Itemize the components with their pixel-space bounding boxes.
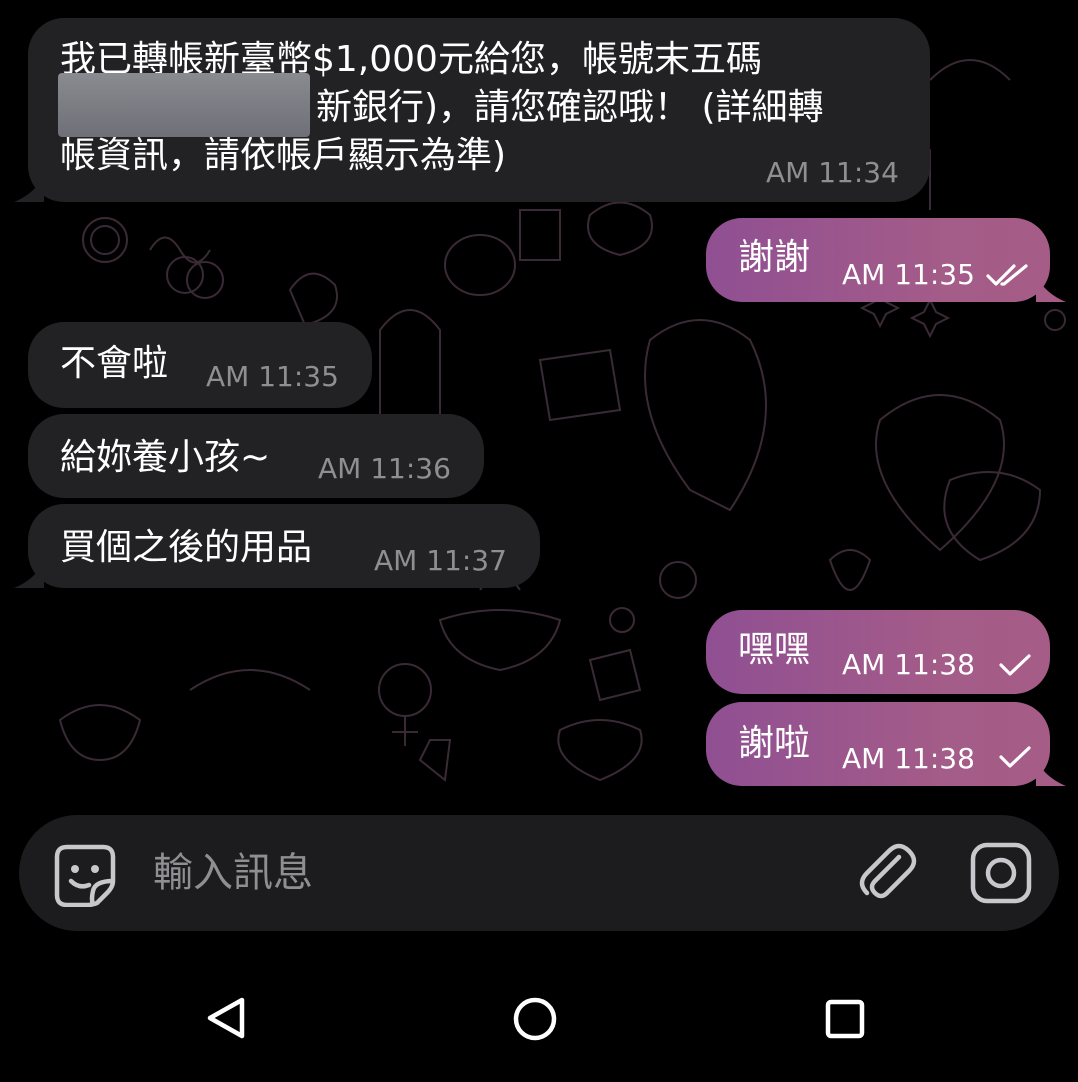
check-icon: [999, 746, 1031, 768]
message-bubble-incoming[interactable]: 買個之後的用品 AM 11:37: [28, 504, 540, 588]
message-text: 新銀行)，請您確認哦！ (詳細轉: [316, 87, 824, 128]
redaction-block: [58, 73, 310, 137]
message-time: AM 11:38: [842, 648, 975, 681]
message-bubble-outgoing[interactable]: 謝啦 AM 11:38: [706, 702, 1050, 786]
message-text: 嘿嘿: [738, 629, 811, 670]
message-time: AM 11:34: [766, 156, 899, 189]
message-time: AM 11:36: [318, 452, 451, 485]
home-icon[interactable]: [512, 996, 558, 1042]
chat-screen: 我已轉帳新臺幣$1,000元給您，帳號末五碼 新銀行)，請您確認哦！ (詳細轉 …: [0, 0, 1078, 1082]
message-text: 不會啦: [60, 343, 169, 384]
message-text: 帳資訊，請依帳戶顯示為準): [60, 135, 507, 176]
attach-icon[interactable]: [857, 841, 917, 905]
message-time: AM 11:35: [842, 258, 975, 291]
message-composer: 輸入訊息: [19, 815, 1059, 931]
message-list[interactable]: 我已轉帳新臺幣$1,000元給您，帳號末五碼 新銀行)，請您確認哦！ (詳細轉 …: [0, 0, 1078, 800]
back-icon[interactable]: [204, 996, 248, 1040]
message-text: 買個之後的用品: [60, 527, 313, 568]
message-time: AM 11:35: [206, 360, 339, 393]
recents-icon[interactable]: [824, 998, 866, 1040]
message-bubble-outgoing[interactable]: 嘿嘿 AM 11:38: [706, 610, 1050, 694]
message-bubble-incoming[interactable]: 給妳養小孩~ AM 11:36: [28, 414, 484, 498]
sticker-icon[interactable]: [53, 843, 117, 907]
message-text: 謝謝: [738, 237, 811, 278]
message-time: AM 11:37: [374, 544, 507, 577]
camera-icon[interactable]: [969, 841, 1033, 905]
message-time: AM 11:38: [842, 742, 975, 775]
message-text: 給妳養小孩~: [60, 437, 271, 478]
message-bubble-outgoing[interactable]: 謝謝 AM 11:35: [706, 218, 1050, 302]
navigation-bar: [0, 960, 1078, 1082]
double-check-icon: [986, 264, 1028, 286]
message-text: 謝啦: [738, 723, 811, 764]
check-icon: [999, 654, 1031, 676]
message-input[interactable]: 輸入訊息: [153, 847, 313, 899]
message-bubble-incoming[interactable]: 不會啦 AM 11:35: [28, 322, 372, 408]
